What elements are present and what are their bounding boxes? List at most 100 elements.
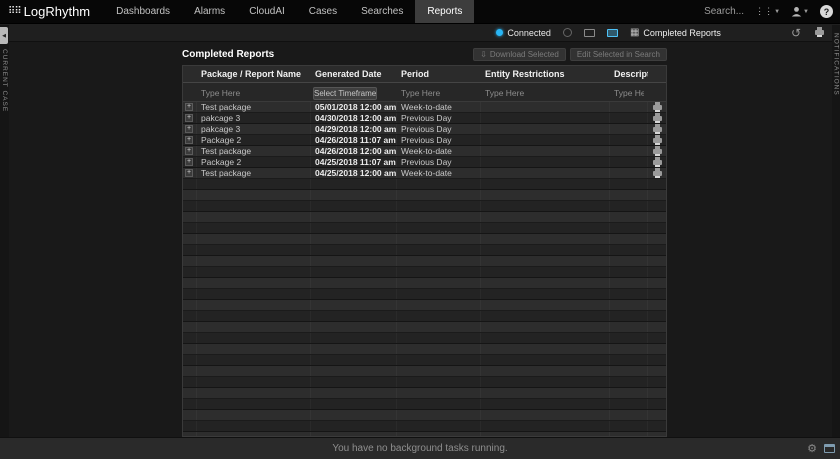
col-package-name[interactable]: Package / Report Name	[197, 69, 311, 79]
table-row[interactable]: +Package 204/26/2018 11:07 amPrevious Da…	[183, 135, 666, 146]
col-generated-date[interactable]: Generated Date	[311, 69, 397, 79]
cell-package-name: pakcage 3	[197, 124, 311, 134]
screen-view-icon[interactable]	[584, 29, 595, 37]
expand-cell	[183, 366, 197, 376]
cell-generated-date	[311, 289, 397, 299]
table-row-empty	[183, 333, 666, 344]
expand-cell	[183, 377, 197, 387]
print-report-icon[interactable]	[653, 127, 662, 132]
expand-cell: +	[183, 102, 197, 112]
active-screen-view-icon[interactable]	[607, 29, 618, 37]
period-filter-input[interactable]	[397, 88, 481, 98]
tasks-panel-icon[interactable]	[824, 444, 835, 453]
refresh-icon[interactable]: ↺	[791, 28, 801, 38]
cell-generated-date	[311, 421, 397, 431]
description-filter-input[interactable]	[610, 88, 648, 98]
print-report-icon[interactable]	[653, 149, 662, 154]
options-icon[interactable]: ⋮⋮▼	[755, 6, 780, 17]
cell-package-name	[197, 212, 311, 222]
cell-description	[610, 377, 648, 387]
chevron-down-icon: ▼	[803, 9, 809, 15]
gear-icon[interactable]: ⚙	[807, 442, 817, 455]
cell-entity-restrictions	[481, 146, 610, 156]
cell-period	[397, 289, 481, 299]
table-row-empty	[183, 399, 666, 410]
notifications-label[interactable]: NOTIFICATIONS	[833, 33, 840, 96]
cell-description	[610, 113, 648, 123]
help-icon[interactable]: ?	[820, 5, 833, 18]
cell-package-name	[197, 179, 311, 189]
cell-package-name	[197, 201, 311, 211]
cell-package-name	[197, 377, 311, 387]
select-timeframe-button[interactable]: Select Timeframe	[313, 87, 377, 100]
print-report-icon[interactable]	[653, 171, 662, 176]
cell-generated-date: 04/26/2018 12:00 am	[311, 146, 397, 156]
user-menu[interactable]: ▼	[791, 6, 809, 17]
print-report-icon[interactable]	[653, 160, 662, 165]
print-report-icon[interactable]	[653, 138, 662, 143]
table-row[interactable]: +Test package04/25/2018 12:00 amWeek-to-…	[183, 168, 666, 179]
expand-row-icon[interactable]: +	[185, 136, 193, 144]
nav-searches[interactable]: Searches	[349, 0, 415, 23]
cell-generated-date	[311, 366, 397, 376]
cell-package-name: Test package	[197, 102, 311, 112]
expand-row-icon[interactable]: +	[185, 114, 193, 122]
expand-cell	[183, 201, 197, 211]
cell-description	[610, 201, 648, 211]
table-row-empty	[183, 278, 666, 289]
table-row-empty	[183, 267, 666, 278]
current-case-label[interactable]: CURRENT CASE	[1, 49, 8, 112]
logrhythm-logo[interactable]: ⠿⠿ LogRhythm	[0, 0, 104, 23]
nav-dashboards[interactable]: Dashboards	[104, 0, 182, 23]
collapse-panel-icon[interactable]: ◀	[0, 27, 8, 44]
nav-alarms[interactable]: Alarms	[182, 0, 237, 23]
cell-description	[610, 223, 648, 233]
cell-entity-restrictions	[481, 245, 610, 255]
col-entity-restrictions[interactable]: Entity Restrictions	[481, 69, 610, 79]
cell-period	[397, 190, 481, 200]
cell-period	[397, 355, 481, 365]
cell-entity-restrictions	[481, 256, 610, 266]
cell-entity-restrictions	[481, 190, 610, 200]
cell-entity-restrictions	[481, 278, 610, 288]
edit-selected-button[interactable]: Edit Selected in Search	[570, 48, 667, 61]
expand-cell	[183, 311, 197, 321]
table-row[interactable]: +Package 204/25/2018 11:07 amPrevious Da…	[183, 157, 666, 168]
table-row[interactable]: +pakcage 304/30/2018 12:00 amPrevious Da…	[183, 113, 666, 124]
expand-cell	[183, 256, 197, 266]
print-report-icon[interactable]	[653, 105, 662, 110]
table-row[interactable]: +pakcage 304/29/2018 12:00 amPrevious Da…	[183, 124, 666, 135]
cell-description	[610, 300, 648, 310]
expand-row-icon[interactable]: +	[185, 169, 193, 177]
expand-row-icon[interactable]: +	[185, 147, 193, 155]
expand-cell: +	[183, 135, 197, 145]
nav-cloudai[interactable]: CloudAI	[237, 0, 297, 23]
table-row[interactable]: +Test package04/26/2018 12:00 amWeek-to-…	[183, 146, 666, 157]
search-input[interactable]: Search...	[704, 6, 744, 17]
package-name-filter-input[interactable]	[197, 88, 311, 98]
print-report-icon[interactable]	[653, 116, 662, 121]
cell-entity-restrictions	[481, 399, 610, 409]
pause-refresh-icon[interactable]	[563, 28, 572, 37]
expand-cell	[183, 300, 197, 310]
cell-entity-restrictions	[481, 157, 610, 167]
download-selected-button[interactable]: ⇩ Download Selected	[473, 48, 566, 61]
expand-row-icon[interactable]: +	[185, 125, 193, 133]
entity-filter-input[interactable]	[481, 88, 610, 98]
cell-generated-date	[311, 432, 397, 436]
table-row-empty	[183, 311, 666, 322]
col-period[interactable]: Period	[397, 69, 481, 79]
printer-cell	[648, 388, 666, 398]
cell-entity-restrictions	[481, 300, 610, 310]
expand-cell	[183, 399, 197, 409]
table-row[interactable]: +Test package05/01/2018 12:00 amWeek-to-…	[183, 102, 666, 113]
table-row-empty	[183, 289, 666, 300]
expand-cell: +	[183, 168, 197, 178]
expand-row-icon[interactable]: +	[185, 103, 193, 111]
expand-row-icon[interactable]: +	[185, 158, 193, 166]
nav-reports[interactable]: Reports	[415, 0, 474, 23]
nav-cases[interactable]: Cases	[297, 0, 349, 23]
completed-reports-table: Package / Report Name Generated Date Per…	[182, 65, 667, 437]
col-description[interactable]: Description	[610, 69, 648, 79]
print-icon[interactable]	[815, 30, 824, 35]
